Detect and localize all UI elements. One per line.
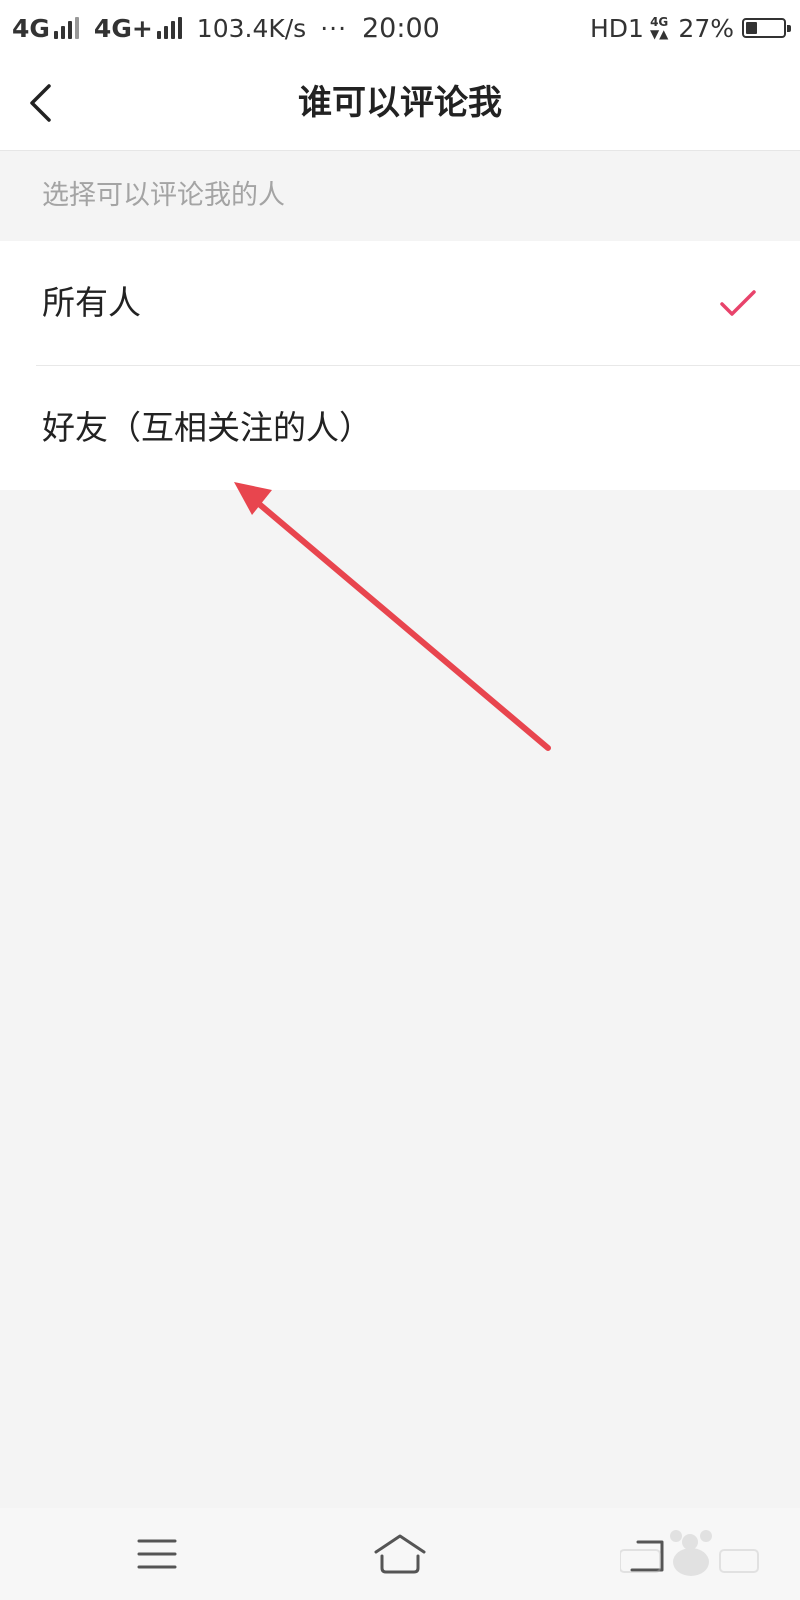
- option-label: 所有人: [42, 283, 141, 322]
- option-label: 好友（互相关注的人）: [42, 408, 372, 447]
- back-nav-button[interactable]: [618, 1522, 682, 1586]
- hd-indicator: HD1: [589, 13, 644, 43]
- network-type-2: 4G+: [93, 13, 153, 43]
- up-down-arrows-icon: ▼▲: [649, 27, 669, 41]
- back-nav-icon: [630, 1540, 664, 1572]
- system-nav-bar: [0, 1508, 800, 1600]
- chevron-left-icon: [30, 84, 51, 122]
- battery-percent: 27%: [678, 13, 734, 43]
- more-dots-icon: ···: [320, 13, 348, 43]
- home-icon: [374, 1534, 426, 1574]
- option-everyone[interactable]: 所有人: [0, 241, 800, 366]
- option-friends[interactable]: 好友（互相关注的人）: [0, 366, 800, 490]
- nav-bar: 谁可以评论我: [0, 56, 800, 151]
- status-right: HD1 4G ▼▲ 27%: [589, 0, 791, 56]
- status-bar: 4G 4G+ 103.4K/s ··· 20:00 HD1 4G ▼▲ 27%: [0, 0, 800, 56]
- clock: 20:00: [362, 12, 440, 44]
- data-activity-icon: 4G ▼▲: [650, 16, 668, 40]
- option-list: 所有人 好友（互相关注的人）: [0, 241, 800, 490]
- check-icon: [720, 290, 756, 316]
- section-header: 选择可以评论我的人: [0, 151, 800, 241]
- home-button[interactable]: [368, 1522, 432, 1586]
- battery-icon: [742, 18, 791, 38]
- battery-fill: [746, 22, 757, 34]
- signal-icon: [53, 17, 82, 39]
- section-header-text: 选择可以评论我的人: [42, 180, 285, 211]
- status-left: 4G 4G+ 103.4K/s ···: [12, 0, 355, 56]
- menu-button[interactable]: [125, 1522, 189, 1586]
- network-type-1: 4G: [12, 13, 50, 43]
- signal-icon: [156, 17, 185, 39]
- screen: 4G 4G+ 103.4K/s ··· 20:00 HD1 4G ▼▲ 27% …: [0, 0, 800, 1600]
- battery-cap: [787, 25, 791, 32]
- page-title: 谁可以评论我: [298, 83, 502, 123]
- menu-icon: [137, 1539, 177, 1569]
- back-button[interactable]: [20, 78, 70, 128]
- network-speed: 103.4K/s: [196, 13, 307, 43]
